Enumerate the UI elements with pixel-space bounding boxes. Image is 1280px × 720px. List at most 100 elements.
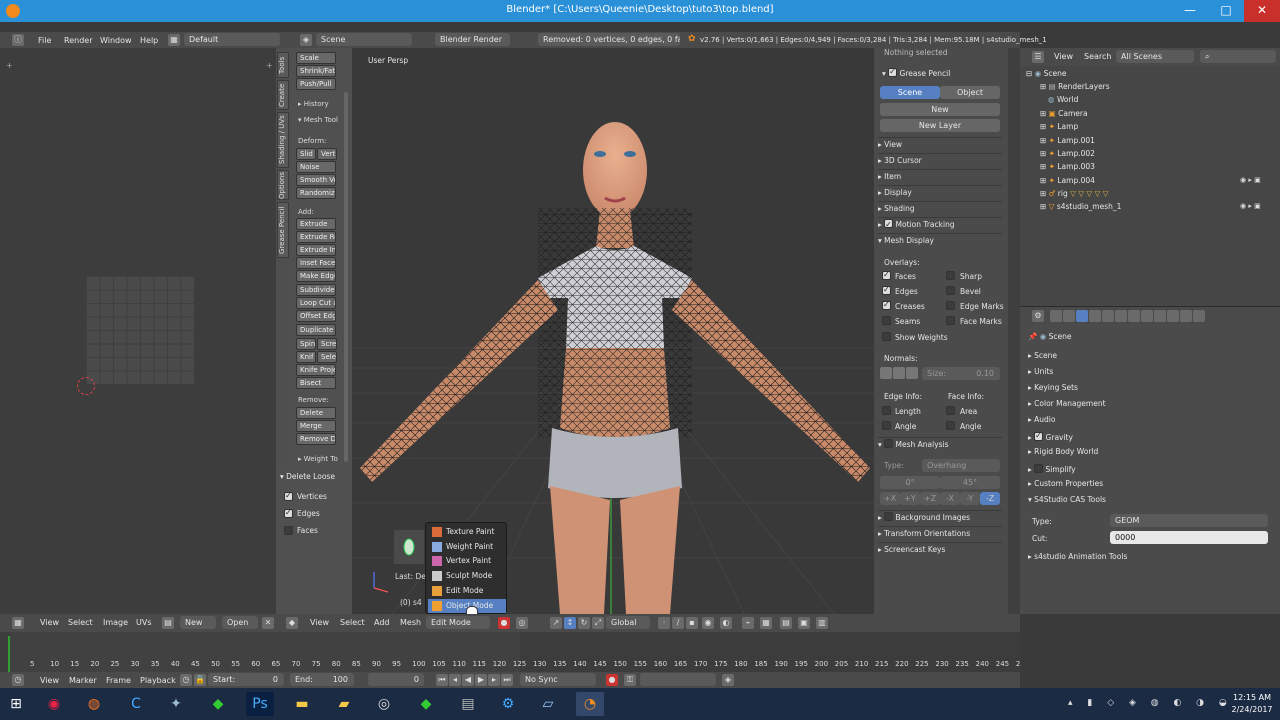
tab-options[interactable]: Options bbox=[277, 170, 289, 200]
overhang-min-field[interactable]: 0° bbox=[880, 476, 940, 489]
screencast-keys-section[interactable]: ▸ Screencast Keys bbox=[878, 542, 1002, 556]
outliner-item-lamp[interactable]: ⊞ ✦ Lamp bbox=[1040, 122, 1078, 131]
timeline-frame-menu[interactable]: Frame bbox=[106, 676, 131, 685]
gp-new-button[interactable]: New bbox=[880, 103, 1000, 116]
manipulator-icon[interactable]: ↗ bbox=[550, 617, 562, 629]
subdivide-button[interactable]: Subdivide bbox=[296, 284, 336, 296]
orientation-select[interactable]: Global bbox=[606, 616, 650, 629]
chrome-icon[interactable]: ◉ bbox=[40, 692, 68, 716]
overlay-edge-marks-checkbox[interactable] bbox=[946, 301, 955, 310]
tab-create[interactable]: Create bbox=[277, 80, 289, 110]
split-normals-icon[interactable] bbox=[893, 367, 905, 379]
texture-tab-icon[interactable] bbox=[1167, 310, 1179, 322]
overlay-edges-checkbox[interactable] bbox=[882, 285, 891, 295]
3d-add-menu[interactable]: Add bbox=[374, 618, 390, 627]
outliner-view-menu[interactable]: View bbox=[1054, 52, 1073, 61]
play-icon[interactable]: ▶ bbox=[475, 674, 487, 686]
scale-button[interactable]: Scale bbox=[296, 52, 336, 64]
mesh-analysis-checkbox[interactable] bbox=[884, 439, 894, 448]
toolshelf-scrollbar[interactable] bbox=[344, 92, 348, 462]
transform-orientations-section[interactable]: ▸ Transform Orientations bbox=[878, 526, 1002, 540]
item-section[interactable]: ▸ Item bbox=[878, 169, 1002, 183]
view-section[interactable]: ▸ View bbox=[878, 137, 1002, 151]
axis-plus-x[interactable]: +X bbox=[880, 492, 900, 505]
knife-select-button[interactable]: Sele bbox=[317, 351, 337, 363]
render-engine-select[interactable]: Blender Render bbox=[435, 33, 510, 46]
layers-icon[interactable]: ▤ bbox=[780, 617, 792, 629]
axis-minus-x[interactable]: -X bbox=[940, 492, 960, 505]
tab-tools[interactable]: Tools bbox=[277, 52, 289, 78]
cas-type-select[interactable]: GEOM bbox=[1110, 514, 1268, 527]
explorer-icon[interactable]: ▬ bbox=[288, 692, 316, 716]
analysis-type-select[interactable]: Overhang bbox=[922, 459, 1000, 472]
camera-view-icon[interactable]: ▥ bbox=[816, 617, 828, 629]
preview-range-icon[interactable]: ◷ bbox=[180, 674, 192, 686]
outliner-item-world[interactable]: ◍ World bbox=[1048, 95, 1078, 104]
lock-icon[interactable]: 🔒 bbox=[194, 674, 206, 686]
timeline-view-menu[interactable]: View bbox=[40, 676, 59, 685]
outliner-item-rig[interactable]: ⊞ ♂ rig ▽ ▽ ▽ ▽ ▽ bbox=[1040, 189, 1109, 198]
extrude-region-button[interactable]: Extrude Re bbox=[296, 231, 336, 243]
layers-tab-icon[interactable] bbox=[1063, 310, 1075, 322]
next-key-icon[interactable]: ▸ bbox=[488, 674, 500, 686]
smooth-vertex-button[interactable]: Smooth Ve bbox=[296, 174, 336, 186]
uv-editor-type-icon[interactable]: ▦ bbox=[12, 617, 24, 629]
motion-tracking-checkbox[interactable] bbox=[884, 218, 894, 232]
tool-icon[interactable]: ✦ bbox=[162, 692, 190, 716]
mode-edit[interactable]: Edit Mode bbox=[428, 584, 506, 598]
object-tab-icon[interactable] bbox=[1102, 310, 1114, 322]
tray-icons[interactable]: ▴ ▮ ◇ ◈ ◍ ◐ ◑ ◒ bbox=[1068, 698, 1233, 708]
editor-type-icon[interactable]: ⓘ bbox=[12, 34, 24, 46]
extrude-individual-button[interactable]: Extrude In bbox=[296, 244, 336, 256]
blender-taskbar-icon[interactable]: ◔ bbox=[576, 692, 604, 716]
image-browse-icon[interactable]: ▤ bbox=[162, 617, 174, 629]
screw-button[interactable]: Scre bbox=[317, 338, 337, 350]
occlude-icon[interactable]: ◐ bbox=[720, 617, 732, 629]
axis-plus-y[interactable]: +Y bbox=[900, 492, 920, 505]
simplify-checkbox[interactable] bbox=[1034, 464, 1044, 473]
shrink-fatten-button[interactable]: Shrink/Fatt bbox=[296, 65, 336, 77]
prev-key-icon[interactable]: ◂ bbox=[449, 674, 461, 686]
offset-edge-button[interactable]: Offset Edg bbox=[296, 310, 336, 322]
axis-minus-z[interactable]: -Z bbox=[980, 492, 1000, 505]
slide-vertex-button[interactable]: Vert bbox=[317, 148, 337, 160]
scene-panel[interactable]: ▸ Scene bbox=[1028, 351, 1057, 360]
knife-button[interactable]: Knif bbox=[296, 351, 316, 363]
face-select-icon[interactable]: ▪ bbox=[686, 617, 698, 629]
history-panel[interactable]: ▸ History bbox=[298, 100, 329, 108]
pivot-icon[interactable]: ◎ bbox=[516, 617, 528, 629]
tab-grease-pencil[interactable]: Grease Pencil bbox=[277, 202, 289, 258]
snap-icon[interactable]: ⌁ bbox=[742, 617, 754, 629]
duplicate-button[interactable]: Duplicate bbox=[296, 324, 336, 336]
jump-end-icon[interactable]: ⏭ bbox=[501, 674, 513, 686]
3d-mesh-menu[interactable]: Mesh bbox=[400, 618, 421, 627]
visibility-eye-icon-mesh[interactable]: ◉ ▸ ▣ bbox=[1240, 202, 1261, 210]
layout-grid-icon[interactable]: ▦ bbox=[168, 34, 180, 46]
menu-render[interactable]: Render bbox=[64, 36, 92, 45]
outliner-item-mesh[interactable]: ⊞ ▽ s4studio_mesh_1 bbox=[1040, 202, 1121, 211]
uv-select-menu[interactable]: Select bbox=[68, 618, 93, 627]
area-checkbox[interactable] bbox=[946, 406, 955, 415]
outliner-item-lamp001[interactable]: ⊞ ✦ Lamp.001 bbox=[1040, 136, 1095, 145]
tab-shading-uvs[interactable]: Shading / UVs bbox=[277, 112, 289, 168]
photoshop-icon[interactable]: Ps bbox=[246, 692, 274, 716]
face-normals-icon[interactable] bbox=[906, 367, 918, 379]
color-management-panel[interactable]: ▸ Color Management bbox=[1028, 399, 1106, 408]
overhang-max-field[interactable]: 45° bbox=[940, 476, 1000, 489]
outliner-item-renderlayers[interactable]: ⊞ ▤ RenderLayers bbox=[1040, 82, 1110, 91]
translate-icon[interactable]: ↕ bbox=[564, 617, 576, 629]
proportional-icon[interactable]: ◉ bbox=[702, 617, 714, 629]
physics-tab-icon[interactable] bbox=[1193, 310, 1205, 322]
pin-icon[interactable]: ✕ bbox=[262, 617, 274, 629]
edges-checkbox[interactable] bbox=[284, 508, 293, 518]
outliner-search-menu[interactable]: Search bbox=[1084, 52, 1111, 61]
firefox-icon[interactable]: ◍ bbox=[80, 692, 108, 716]
grease-pencil-checkbox[interactable] bbox=[888, 67, 898, 77]
obs-icon[interactable]: ◎ bbox=[370, 692, 398, 716]
motion-tracking-section[interactable]: ▸ Motion Tracking bbox=[878, 217, 1002, 232]
mesh-tools-panel[interactable]: ▾ Mesh Tool bbox=[298, 116, 338, 124]
length-checkbox[interactable] bbox=[882, 406, 891, 415]
end-frame-field[interactable]: End: 100 bbox=[290, 673, 354, 686]
insert-key-icon[interactable]: ◈ bbox=[722, 674, 734, 686]
menu-window[interactable]: Window bbox=[100, 36, 132, 45]
